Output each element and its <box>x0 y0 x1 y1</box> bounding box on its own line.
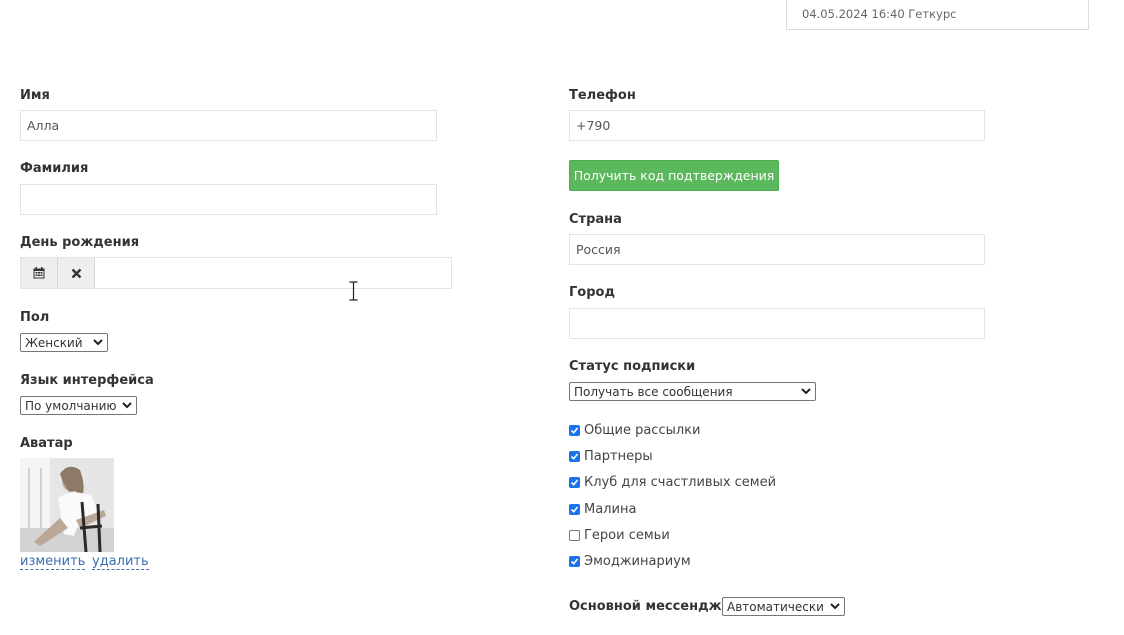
list-item: Герои семьи <box>569 528 670 543</box>
birthday-input[interactable] <box>95 258 451 288</box>
language-select[interactable]: По умолчанию <box>20 396 137 415</box>
clear-date-button[interactable] <box>58 258 95 288</box>
last-name-label: Фамилия <box>20 161 89 176</box>
phone-label: Телефон <box>569 88 636 103</box>
list-item: Партнеры <box>569 449 653 464</box>
text-cursor-icon <box>349 281 358 301</box>
check-icon <box>570 453 579 460</box>
messenger-label: Основной мессенджер <box>569 599 740 614</box>
country-label: Страна <box>569 212 622 227</box>
list-item-label: Клуб для счастливых семей <box>584 475 777 490</box>
first-name-input[interactable] <box>20 110 437 141</box>
info-box: 04.05.2024 16:40 Геткурс <box>786 0 1089 30</box>
avatar-label: Аватар <box>20 436 73 451</box>
chevron-down-icon <box>122 402 132 409</box>
list-item: Общие рассылки <box>569 423 700 438</box>
chevron-down-icon <box>801 388 811 395</box>
city-label: Город <box>569 285 615 300</box>
close-icon <box>71 268 81 278</box>
messenger-value: Автоматически <box>727 599 824 614</box>
checkbox[interactable] <box>569 425 580 436</box>
chevron-down-icon <box>93 339 103 346</box>
gender-label: Пол <box>20 310 50 325</box>
list-item: Клуб для счастливых семей <box>569 475 776 490</box>
list-item-label: Малина <box>584 502 637 517</box>
checkbox[interactable] <box>569 477 580 488</box>
birthday-label: День рождения <box>20 235 140 250</box>
language-label: Язык интерфейса <box>20 373 154 388</box>
get-code-button[interactable]: Получить код подтверждения <box>569 160 779 191</box>
first-name-label: Имя <box>20 88 50 103</box>
list-item-label: Герои семьи <box>584 528 670 543</box>
birthday-field <box>20 257 452 289</box>
messenger-select[interactable]: Автоматически <box>722 597 845 616</box>
gender-select[interactable]: Женский <box>20 333 108 352</box>
subscription-value: Получать все сообщения <box>574 384 733 399</box>
checkbox[interactable] <box>569 451 580 462</box>
language-value: По умолчанию <box>25 398 117 413</box>
subscription-label: Статус подписки <box>569 359 696 374</box>
list-item: Эмоджинариум <box>569 554 691 569</box>
calendar-icon <box>33 267 45 279</box>
check-icon <box>570 506 579 513</box>
last-name-input[interactable] <box>20 184 437 215</box>
avatar-change-link[interactable]: изменить <box>20 554 86 570</box>
check-icon <box>570 427 579 434</box>
check-icon <box>570 479 579 486</box>
checkbox[interactable] <box>569 530 580 541</box>
info-date: 04.05.2024 16:40 Геткурс <box>802 7 957 21</box>
city-input[interactable] <box>569 308 985 339</box>
country-input[interactable] <box>569 234 985 265</box>
list-item: Малина <box>569 502 636 517</box>
check-icon <box>570 558 579 565</box>
avatar <box>20 458 114 552</box>
subscription-select[interactable]: Получать все сообщения <box>569 382 816 401</box>
list-item-label: Эмоджинариум <box>584 554 691 569</box>
calendar-button[interactable] <box>21 258 58 288</box>
phone-input[interactable] <box>569 110 985 141</box>
checkbox[interactable] <box>569 556 580 567</box>
avatar-delete-link[interactable]: удалить <box>92 554 149 570</box>
chevron-down-icon <box>830 603 840 610</box>
list-item-label: Общие рассылки <box>584 423 701 438</box>
checkbox[interactable] <box>569 504 580 515</box>
list-item-label: Партнеры <box>584 449 653 464</box>
gender-value: Женский <box>25 335 83 350</box>
